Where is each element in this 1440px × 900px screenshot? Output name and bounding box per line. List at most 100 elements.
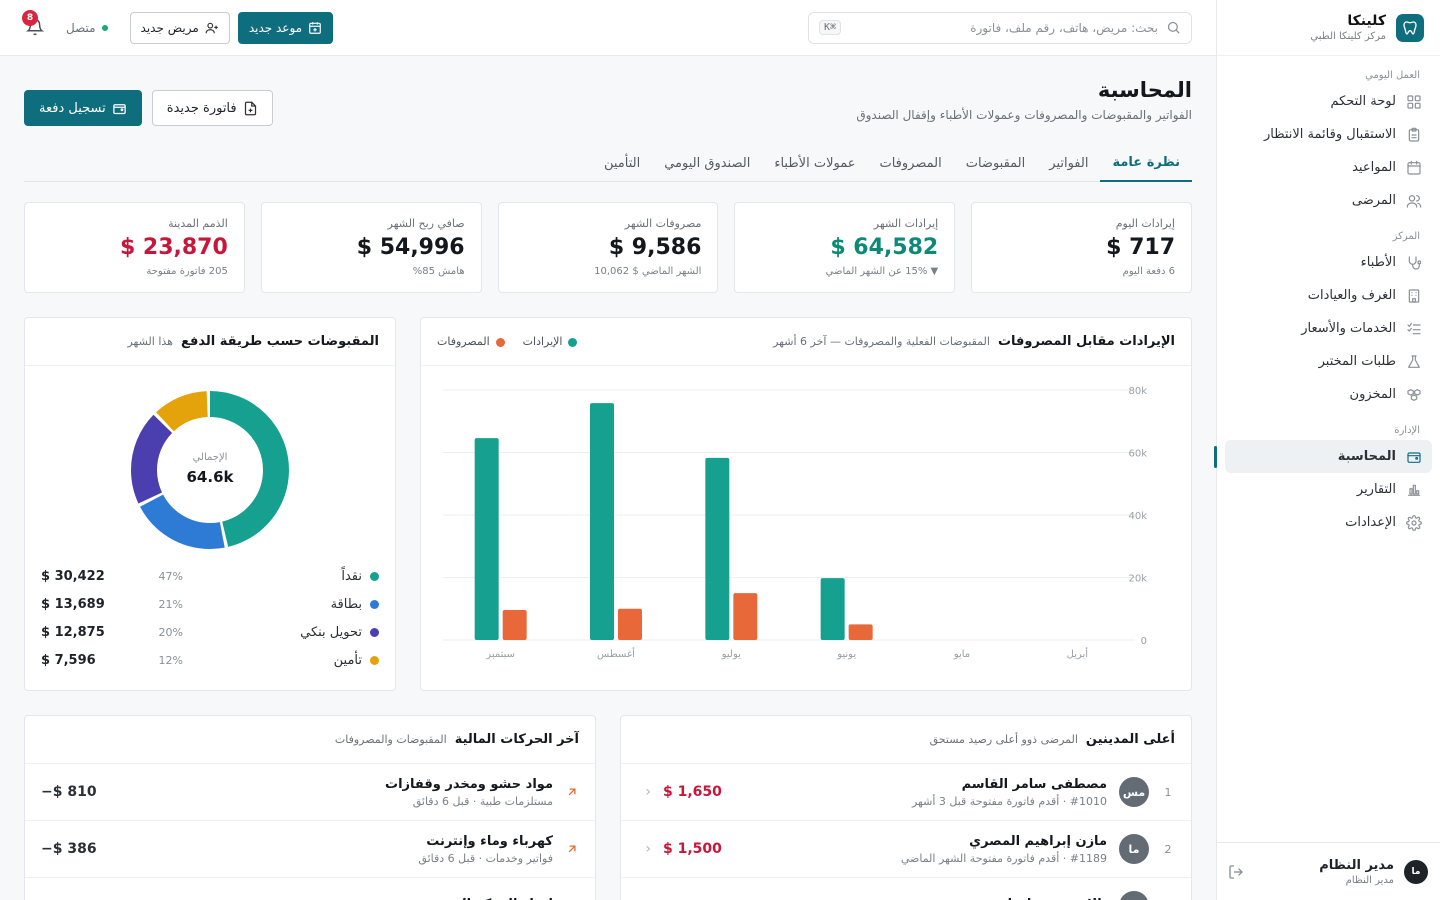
- payment-method-row: تأمين 12% $ 7,596: [41, 646, 379, 674]
- debtor-amount: $ 1,650: [663, 784, 722, 800]
- transaction-row[interactable]: مواد حشو ومخدر وقفازات مستلزمات طبية · قب…: [25, 764, 595, 821]
- legend-revenue[interactable]: الإيرادات: [523, 335, 578, 348]
- recent-transactions-card: آخر الحركات المالية المقبوضات والمصروفات…: [24, 715, 596, 900]
- user-profile[interactable]: ما مدير النظام مدير النظام: [1216, 842, 1440, 900]
- file-plus-icon: [244, 101, 256, 115]
- payments-donut-chart: الإجمالي 64.6k: [131, 391, 289, 549]
- dashboard-icon: [1406, 94, 1422, 110]
- kpi-card[interactable]: صافي ربح الشهر $ 54,996 هامش 85%: [260, 202, 482, 293]
- record-payment-button[interactable]: تسجيل دفعة: [24, 90, 142, 126]
- payment-method-row: تحويل بنكي 20% $ 12,875: [41, 618, 379, 646]
- notifications-button[interactable]: 8: [22, 9, 45, 38]
- status-dot: [101, 24, 108, 31]
- transactions-list: مواد حشو ومخدر وقفازات مستلزمات طبية · قب…: [25, 764, 595, 900]
- transaction-row[interactable]: إيجار المركز الشهري: [25, 878, 595, 900]
- gear-icon: [1406, 514, 1422, 531]
- method-percent: 20%: [158, 625, 183, 639]
- y-tick-label: 80k: [1128, 386, 1147, 397]
- revenue-chart-subtitle: المقبوضات الفعلية والمصروفات — آخر 6 أشه…: [773, 335, 990, 348]
- transaction-name: مواد حشو ومخدر وقفازات: [385, 776, 553, 792]
- sidebar-item-users[interactable]: المرضى: [1225, 184, 1432, 217]
- kpi-value: $ 64,582: [830, 235, 939, 260]
- debtor-amount: $ 1,500: [663, 841, 722, 857]
- chevron-left-icon[interactable]: ‹: [637, 784, 651, 800]
- method-percent: 21%: [158, 597, 183, 611]
- building-icon: [1406, 288, 1422, 304]
- sidebar-item-calendar[interactable]: المواعيد: [1225, 151, 1432, 184]
- new-patient-label: مريض جديد: [140, 20, 199, 35]
- boxes-icon: [1406, 387, 1422, 403]
- sidebar-item-boxes[interactable]: المخزون: [1225, 378, 1432, 411]
- page-title: المحاسبة: [1097, 78, 1192, 102]
- legend-expenses-swatch: [495, 337, 505, 347]
- method-swatch: [370, 655, 379, 665]
- user-name: مدير النظام: [1319, 857, 1394, 873]
- kpi-cards: إيرادات اليوم $ 717 6 دفعة اليوم إيرادات ال…: [24, 202, 1192, 293]
- method-amount: $ 13,689: [41, 596, 105, 612]
- sidebar-item-building[interactable]: الغرف والعيادات: [1225, 279, 1432, 312]
- kpi-card[interactable]: الذمم المدينة $ 23,870 205 فاتورة مفتوحة: [24, 202, 245, 293]
- user-plus-icon: [205, 22, 218, 33]
- revenue-bar: [820, 578, 845, 640]
- kpi-note: 6 دفعة اليوم: [1122, 266, 1175, 277]
- tab-3[interactable]: المقبوضات: [954, 144, 1038, 182]
- kpi-label: مصروفات الشهر: [624, 217, 702, 230]
- sidebar-item-dashboard[interactable]: لوحة التحكم: [1225, 85, 1432, 118]
- method-label: تحويل بنكي: [300, 624, 362, 640]
- tab-2[interactable]: الفواتير: [1037, 144, 1100, 182]
- tab-1[interactable]: نظرة عامة: [1100, 144, 1192, 182]
- sidebar-item-stethoscope[interactable]: الأطباء: [1225, 246, 1432, 279]
- new-patient-button[interactable]: مريض جديد: [129, 11, 230, 44]
- kpi-card[interactable]: مصروفات الشهر $ 9,586 الشهر الماضي $ 10,06…: [497, 202, 719, 293]
- tab-5[interactable]: عمولات الأطباء: [762, 144, 867, 182]
- kpi-label: الذمم المدينة: [168, 217, 228, 230]
- sidebar-item-list-check[interactable]: الخدمات والأسعار: [1225, 312, 1432, 345]
- tab-bar: نظرة عامة الفواتير المقبوضات المصروفات عمولا…: [24, 144, 1192, 182]
- brand[interactable]: كلينكا مركز كلينكا الطبي: [1217, 0, 1440, 56]
- sidebar-item-flask[interactable]: طلبات المختبر: [1225, 345, 1432, 378]
- sidebar-item-label: الأطباء: [1360, 255, 1396, 270]
- debtor-row[interactable]: 3تستالا حمزة سليمان: [621, 878, 1191, 900]
- sidebar-item-label: لوحة التحكم: [1330, 94, 1396, 109]
- kpi-card[interactable]: إيرادات اليوم $ 717 6 دفعة اليوم: [971, 202, 1192, 293]
- search-box[interactable]: ⌘K: [808, 11, 1192, 44]
- method-percent: 47%: [158, 569, 183, 583]
- debtor-meta: #1010 · أقدم فاتورة مفتوحة قبل 3 أشهر: [911, 794, 1107, 808]
- bar-chart-icon: [1406, 482, 1422, 498]
- new-appointment-button[interactable]: موعد جديد: [237, 11, 334, 44]
- transaction-amount: −$ 386: [41, 841, 97, 857]
- brand-subtitle: مركز كلينكا الطبي: [1310, 31, 1386, 42]
- legend-expenses[interactable]: المصروفات: [437, 335, 505, 348]
- debtor-row[interactable]: 2 ما مازن إبراهيم المصري #1189 · أقدم فاتور…: [621, 821, 1191, 878]
- y-tick-label: 20k: [1128, 574, 1147, 585]
- sidebar-item-clipboard[interactable]: الاستقبال وقائمة الانتظار: [1225, 118, 1432, 151]
- kpi-value: $ 9,586: [608, 235, 702, 260]
- user-role: مدير النظام: [1345, 874, 1394, 886]
- x-tick-label: أبريل: [1067, 647, 1089, 660]
- tab-7[interactable]: التأمين: [592, 144, 652, 182]
- expense-bar: [848, 624, 873, 640]
- payment-methods-list: نقداً 47% $ 30,422 بطاقة 21% $ 13,689 تحويل بن…: [25, 562, 395, 674]
- method-percent: 12%: [158, 653, 183, 667]
- main-content: المحاسبة الفواتير والمقبوضات والمصروفات …: [0, 56, 1216, 900]
- tab-4[interactable]: المصروفات: [867, 144, 953, 182]
- tab-6[interactable]: الصندوق اليومي: [652, 144, 762, 182]
- search-input[interactable]: [849, 20, 1158, 35]
- sidebar-item-gear[interactable]: الإعدادات: [1225, 506, 1432, 539]
- sidebar: كلينكا مركز كلينكا الطبي العمل اليومي لوح…: [1214, 0, 1440, 900]
- chevron-left-icon[interactable]: ‹: [637, 841, 651, 857]
- top-debtors-card: أعلى المدينين المرضى ذوو أعلى رصيد مستحق…: [620, 715, 1192, 900]
- logout-icon[interactable]: [1228, 864, 1244, 880]
- connection-status: متصل: [66, 21, 108, 35]
- debtor-row[interactable]: 1 مس مصطفى سامر القاسم #1010 · أقدم فاتورة …: [621, 764, 1191, 821]
- arrow-up-right-icon: [568, 845, 576, 853]
- new-invoice-button[interactable]: فاتورة جديدة: [151, 90, 273, 126]
- sidebar-item-wallet[interactable]: المحاسبة: [1214, 440, 1432, 473]
- nav-group-label: الإدارة: [1394, 425, 1420, 436]
- sidebar-item-bar-chart[interactable]: التقارير: [1225, 473, 1432, 506]
- new-appointment-label: موعد جديد: [248, 20, 303, 35]
- donut-total-label: الإجمالي: [193, 452, 228, 463]
- transaction-row[interactable]: كهرباء وماء وإنترنت فواتير وخدمات · قبل 6…: [25, 821, 595, 878]
- debtor-meta: #1189 · أقدم فاتورة مفتوحة الشهر الماضي: [900, 851, 1107, 865]
- kpi-card[interactable]: إيرادات الشهر $ 64,582 ▼ 15% عن الشهر الما…: [734, 202, 956, 293]
